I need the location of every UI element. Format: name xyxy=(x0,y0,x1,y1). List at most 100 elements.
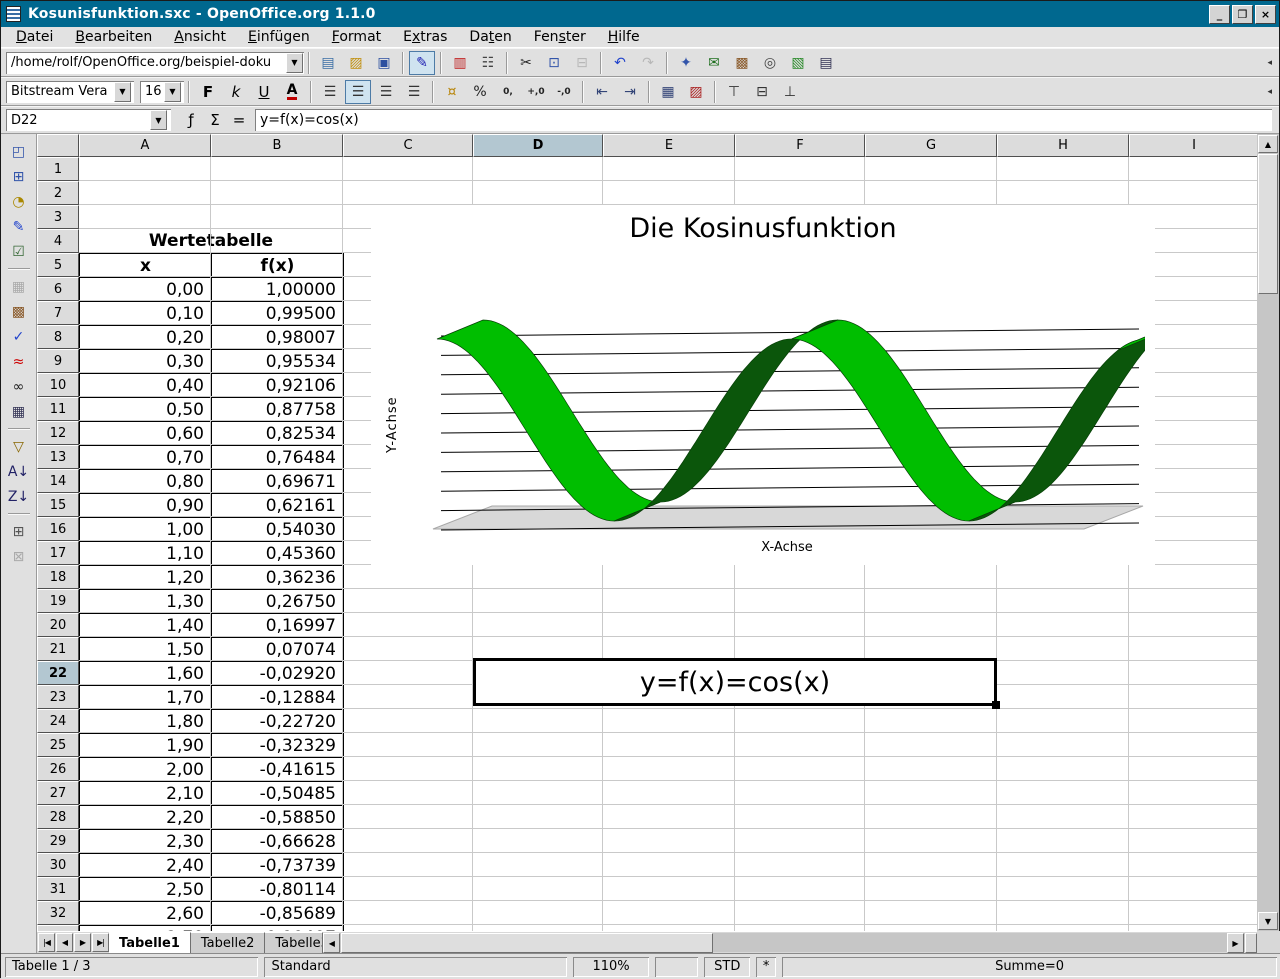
cell-B27[interactable]: -0,50485 xyxy=(212,782,344,806)
sheet-tab-tabelle3[interactable]: Tabelle3 xyxy=(265,932,323,953)
cell-A16[interactable]: 1,00 xyxy=(80,518,212,542)
row-header-16[interactable]: 16 xyxy=(37,517,79,541)
cell-B28[interactable]: -0,58850 xyxy=(212,806,344,830)
spellcheck-icon[interactable]: ✓ xyxy=(6,324,32,349)
row-header-1[interactable]: 1 xyxy=(37,157,79,181)
menu-extras[interactable]: Extras xyxy=(392,28,458,46)
align-left-icon[interactable]: ☰ xyxy=(317,80,343,104)
cell-B25[interactable]: -0,32329 xyxy=(212,734,344,758)
toolbar-collapse-icon[interactable]: ◂ xyxy=(1267,87,1274,97)
cell-B23[interactable]: -0,12884 xyxy=(212,686,344,710)
menu-daten[interactable]: Daten xyxy=(458,28,522,46)
font-size-dropdown-icon[interactable]: ▼ xyxy=(164,82,181,102)
url-dropdown-icon[interactable]: ▼ xyxy=(286,53,303,73)
data-sources-icon[interactable]: ▦ xyxy=(6,399,32,424)
row-header-32[interactable]: 32 xyxy=(37,901,79,925)
align-right-icon[interactable]: ☰ xyxy=(373,80,399,104)
sheet-tab-tabelle2[interactable]: Tabelle2 xyxy=(191,932,266,953)
open-icon[interactable]: ▨ xyxy=(343,51,369,75)
cell-B10[interactable]: 0,92106 xyxy=(212,374,344,398)
zoom-icon[interactable]: ◎ xyxy=(757,51,783,75)
cell-A9[interactable]: 0,30 xyxy=(80,350,212,374)
export-pdf-icon[interactable]: ▥ xyxy=(447,51,473,75)
gallery-icon[interactable]: ▩ xyxy=(729,51,755,75)
cell-A7[interactable]: 0,10 xyxy=(80,302,212,326)
row-header-18[interactable]: 18 xyxy=(37,565,79,589)
number-format-standard-icon[interactable]: 0, xyxy=(495,80,521,104)
cell-B17[interactable]: 0,45360 xyxy=(212,542,344,566)
row-header-22[interactable]: 22 xyxy=(37,661,79,685)
align-bottom-icon[interactable]: ⊥ xyxy=(777,80,803,104)
font-name-input[interactable] xyxy=(9,83,113,101)
cell-B8[interactable]: 0,98007 xyxy=(212,326,344,350)
font-size-input[interactable] xyxy=(143,83,163,101)
align-justify-icon[interactable]: ☰ xyxy=(401,80,427,104)
column-header-E[interactable]: E xyxy=(603,134,735,157)
column-header-F[interactable]: F xyxy=(735,134,865,157)
column-header-A[interactable]: A xyxy=(79,134,211,157)
cell-A29[interactable]: 2,30 xyxy=(80,830,212,854)
decrease-indent-icon[interactable]: ⇤ xyxy=(589,80,615,104)
navigator-icon[interactable]: ✦ xyxy=(673,51,699,75)
undo-icon[interactable]: ↶ xyxy=(607,51,633,75)
row-header-17[interactable]: 17 xyxy=(37,541,79,565)
scroll-up-icon[interactable]: ▲ xyxy=(1258,135,1278,153)
tab-nav-prev-icon[interactable]: ◀ xyxy=(56,933,73,952)
column-header-C[interactable]: C xyxy=(343,134,473,157)
menu-ansicht[interactable]: Ansicht xyxy=(163,28,237,46)
cell-A10[interactable]: 0,40 xyxy=(80,374,212,398)
vertical-scroll-thumb[interactable] xyxy=(1258,154,1278,294)
number-format-percent-icon[interactable]: % xyxy=(467,80,493,104)
menu-einfgen[interactable]: Einfügen xyxy=(237,28,321,46)
cell-B29[interactable]: -0,66628 xyxy=(212,830,344,854)
cell-A31[interactable]: 2,50 xyxy=(80,878,212,902)
cell-B21[interactable]: 0,07074 xyxy=(212,638,344,662)
cell-B16[interactable]: 0,54030 xyxy=(212,518,344,542)
bold-icon[interactable]: F xyxy=(195,80,221,104)
close-button[interactable]: × xyxy=(1255,5,1276,24)
toolbar-collapse-icon[interactable]: ◂ xyxy=(1267,58,1274,68)
cell-B24[interactable]: -0,22720 xyxy=(212,710,344,734)
menu-fenster[interactable]: Fenster xyxy=(523,28,597,46)
row-header-2[interactable]: 2 xyxy=(37,181,79,205)
align-top-icon[interactable]: ⊤ xyxy=(721,80,747,104)
row-header-14[interactable]: 14 xyxy=(37,469,79,493)
cell-B31[interactable]: -0,80114 xyxy=(212,878,344,902)
formula-textbox[interactable]: y=f(x)=cos(x) xyxy=(473,658,997,706)
menu-hilfe[interactable]: Hilfe xyxy=(597,28,651,46)
cell-B14[interactable]: 0,69671 xyxy=(212,470,344,494)
cell-A6[interactable]: 0,00 xyxy=(80,278,212,302)
font-size-combo[interactable]: ▼ xyxy=(140,81,184,103)
increase-indent-icon[interactable]: ⇥ xyxy=(617,80,643,104)
align-middle-icon[interactable]: ⊟ xyxy=(749,80,775,104)
cell-A18[interactable]: 1,20 xyxy=(80,566,212,590)
cell-A27[interactable]: 2,10 xyxy=(80,782,212,806)
column-header-H[interactable]: H xyxy=(997,134,1129,157)
cell-B18[interactable]: 0,36236 xyxy=(212,566,344,590)
cell-A23[interactable]: 1,70 xyxy=(80,686,212,710)
align-center-icon[interactable]: ☰ xyxy=(345,80,371,104)
row-header-30[interactable]: 30 xyxy=(37,853,79,877)
tab-nav-last-icon[interactable]: ▶| xyxy=(92,933,109,952)
status-insert-mode[interactable]: STD xyxy=(704,957,750,977)
row-header-13[interactable]: 13 xyxy=(37,445,79,469)
cell-B32[interactable]: -0,85689 xyxy=(212,902,344,926)
cell-A13[interactable]: 0,70 xyxy=(80,446,212,470)
tab-nav-first-icon[interactable]: |◀ xyxy=(38,933,55,952)
background-color-icon[interactable]: ▨ xyxy=(683,80,709,104)
group-icon[interactable]: ⊞ xyxy=(6,519,32,544)
cell-A12[interactable]: 0,60 xyxy=(80,422,212,446)
cell-B12[interactable]: 0,82534 xyxy=(212,422,344,446)
cell-B5[interactable]: f(x) xyxy=(212,254,344,278)
font-name-dropdown-icon[interactable]: ▼ xyxy=(114,82,131,102)
scroll-right-icon[interactable]: ▶ xyxy=(1227,933,1244,953)
cell-B11[interactable]: 0,87758 xyxy=(212,398,344,422)
cell-A15[interactable]: 0,90 xyxy=(80,494,212,518)
row-header-10[interactable]: 10 xyxy=(37,373,79,397)
column-header-G[interactable]: G xyxy=(865,134,997,157)
autospellcheck-icon[interactable]: ≈ xyxy=(6,349,32,374)
cell-reference-input[interactable] xyxy=(9,111,149,129)
borders-icon[interactable]: ▦ xyxy=(655,80,681,104)
add-decimal-icon[interactable]: +,0 xyxy=(523,80,549,104)
edit-mode-icon[interactable]: ✎ xyxy=(409,51,435,75)
